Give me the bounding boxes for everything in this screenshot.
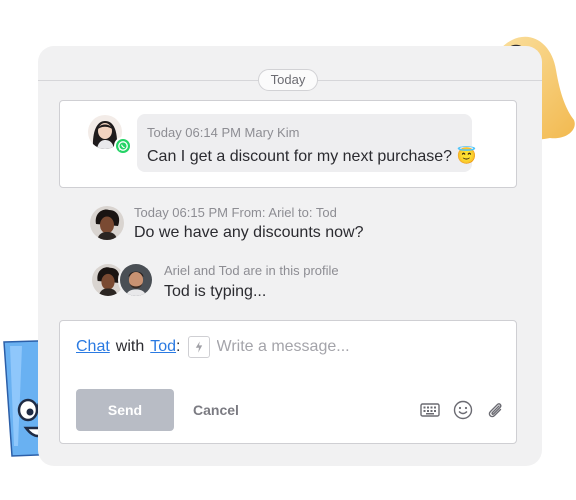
message-meta: Today 06:15 PM From: Ariel to: Tod [134, 205, 337, 220]
message-bubble: Today 06:14 PM Mary Kim Can I get a disc… [137, 114, 476, 172]
send-button[interactable]: Send [76, 389, 174, 431]
composer-target-line: Chat with Tod : [76, 336, 437, 358]
with-label: with [115, 338, 145, 355]
typing-meta: Ariel and Tod are in this profile [164, 263, 339, 278]
recipient-link[interactable]: Tod [150, 338, 176, 356]
message-text: Do we have any discounts now? [134, 224, 364, 241]
whatsapp-icon [114, 137, 132, 155]
message-input[interactable] [216, 338, 437, 356]
message-composer: Chat with Tod : Send Cancel [59, 320, 517, 444]
chat-widget-scene: Today Today 06:14 PM Mary Kim Can I get … [0, 0, 576, 500]
keyboard-icon[interactable] [419, 399, 441, 421]
avatar-ariel[interactable] [90, 206, 124, 240]
cancel-button[interactable]: Cancel [186, 389, 246, 431]
message-body: Can I get a discount for my next purchas… [147, 148, 453, 165]
colon-label: : [176, 338, 181, 355]
chat-channel-link[interactable]: Chat [76, 338, 110, 356]
attachment-icon[interactable] [484, 399, 506, 421]
highlighted-message[interactable]: Today 06:14 PM Mary Kim Can I get a disc… [59, 100, 517, 188]
quick-reply-bolt-icon[interactable] [187, 336, 210, 358]
avatar-image [120, 264, 152, 296]
message-meta: Today 06:14 PM Mary Kim [147, 125, 300, 140]
message-text: Can I get a discount for my next purchas… [147, 146, 476, 166]
conversation-panel: Today Today 06:14 PM Mary Kim Can I get … [38, 46, 542, 466]
avatar-image [90, 206, 124, 240]
angel-emoji: 😇 [456, 148, 477, 165]
avatar-tod[interactable] [118, 262, 154, 298]
typing-status: Tod is typing... [164, 283, 267, 300]
date-divider-label: Today [258, 69, 318, 91]
emoji-icon[interactable] [452, 399, 474, 421]
